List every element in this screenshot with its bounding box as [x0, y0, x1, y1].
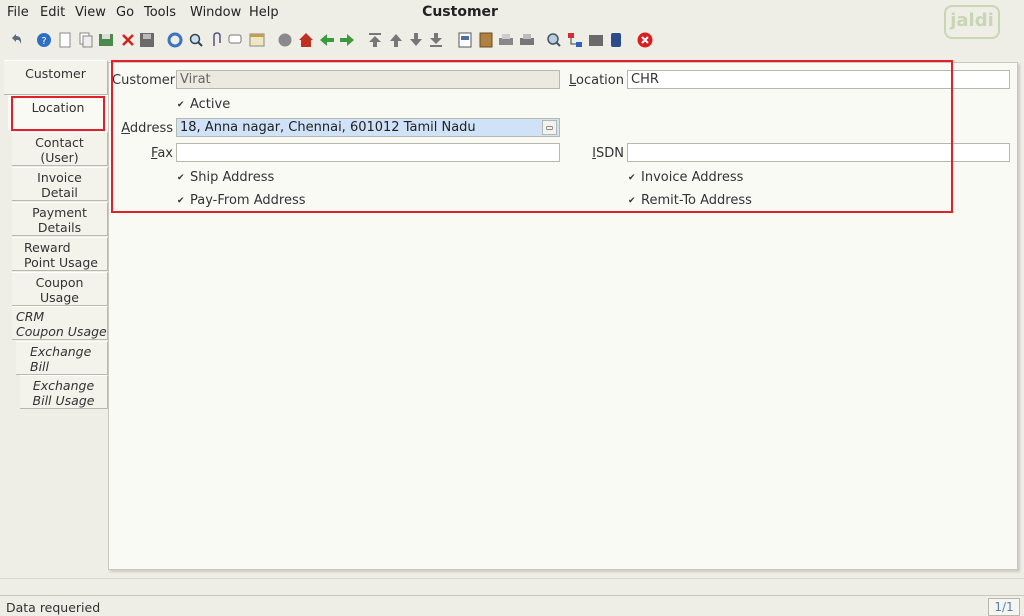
- tab-label: Invoice Detail: [37, 170, 82, 200]
- status-message: Data requeried: [6, 600, 101, 615]
- tab-label: Payment Details: [32, 205, 87, 235]
- tab-label: Reward Point Usage: [24, 240, 98, 270]
- tab-customer[interactable]: Customer: [4, 60, 108, 95]
- forward-icon[interactable]: [339, 32, 355, 48]
- window-title: Customer: [422, 4, 498, 20]
- copy-icon[interactable]: [78, 32, 94, 48]
- menu-view[interactable]: View: [75, 5, 106, 20]
- first-icon[interactable]: [367, 32, 383, 48]
- tab-exchange-bill-usage[interactable]: Exchange Bill Usage: [20, 375, 108, 409]
- tab-label: Exchange Bill Usage: [32, 378, 95, 408]
- divider: [0, 578, 1024, 579]
- refresh-icon[interactable]: [167, 32, 183, 48]
- attach-icon[interactable]: [208, 32, 224, 48]
- close-icon[interactable]: [637, 32, 653, 48]
- home-icon[interactable]: [298, 32, 314, 48]
- undo-icon[interactable]: [8, 32, 24, 48]
- status-bar: Data requeried 1/1: [0, 595, 1024, 616]
- menu-edit[interactable]: Edit: [40, 5, 65, 20]
- menu-help[interactable]: Help: [249, 5, 279, 20]
- delete-icon[interactable]: [120, 32, 136, 48]
- tab-coupon-usage[interactable]: Coupon Usage: [12, 272, 108, 306]
- menu-bar: File Edit View Go Tools Window Help Cust…: [0, 0, 1024, 24]
- toolbar: ?: [0, 28, 980, 54]
- next-icon[interactable]: [408, 32, 424, 48]
- tab-list: Customer Location Contact (User) Invoice…: [0, 60, 108, 580]
- menu-file[interactable]: File: [7, 5, 29, 20]
- report-icon[interactable]: [457, 32, 473, 48]
- svg-text:?: ?: [41, 36, 46, 47]
- form-highlight: [111, 60, 953, 213]
- save-icon[interactable]: [98, 32, 114, 48]
- tab-label: CRM Coupon Usage: [16, 309, 107, 339]
- last-icon[interactable]: [428, 32, 444, 48]
- tab-label: Customer: [25, 66, 86, 81]
- tab-label: Exchange Bill: [30, 344, 92, 374]
- zoom-icon[interactable]: [546, 32, 562, 48]
- menu-tools[interactable]: Tools: [144, 5, 176, 20]
- tab-label: Contact (User): [35, 135, 84, 165]
- print-preview-icon[interactable]: [498, 32, 514, 48]
- chat-icon[interactable]: [228, 32, 244, 48]
- help-icon[interactable]: ?: [36, 32, 52, 48]
- page-count: 1/1: [988, 598, 1020, 616]
- tab-reward-point-usage[interactable]: Reward Point Usage: [12, 237, 108, 271]
- product-icon[interactable]: [608, 32, 624, 48]
- tab-exchange-bill[interactable]: Exchange Bill: [16, 341, 108, 375]
- request-icon[interactable]: [588, 32, 604, 48]
- tab-crm-coupon-usage[interactable]: CRM Coupon Usage: [12, 306, 108, 340]
- print-icon[interactable]: [519, 32, 535, 48]
- location-tab-highlight: [11, 96, 105, 131]
- menu-go[interactable]: Go: [116, 5, 134, 20]
- menu-window[interactable]: Window: [190, 5, 241, 20]
- history-icon[interactable]: [249, 32, 265, 48]
- back-icon[interactable]: [319, 32, 335, 48]
- workflow-icon[interactable]: [567, 32, 583, 48]
- stop-icon[interactable]: [277, 32, 293, 48]
- find-icon[interactable]: [188, 32, 204, 48]
- save-disk-icon[interactable]: [139, 32, 155, 48]
- tab-payment-details[interactable]: Payment Details: [12, 202, 108, 236]
- previous-icon[interactable]: [388, 32, 404, 48]
- archive-icon[interactable]: [478, 32, 494, 48]
- tab-invoice-detail[interactable]: Invoice Detail: [12, 167, 108, 201]
- new-icon[interactable]: [57, 32, 73, 48]
- tab-label: Coupon Usage: [35, 275, 84, 305]
- tab-contact-user[interactable]: Contact (User): [12, 132, 108, 166]
